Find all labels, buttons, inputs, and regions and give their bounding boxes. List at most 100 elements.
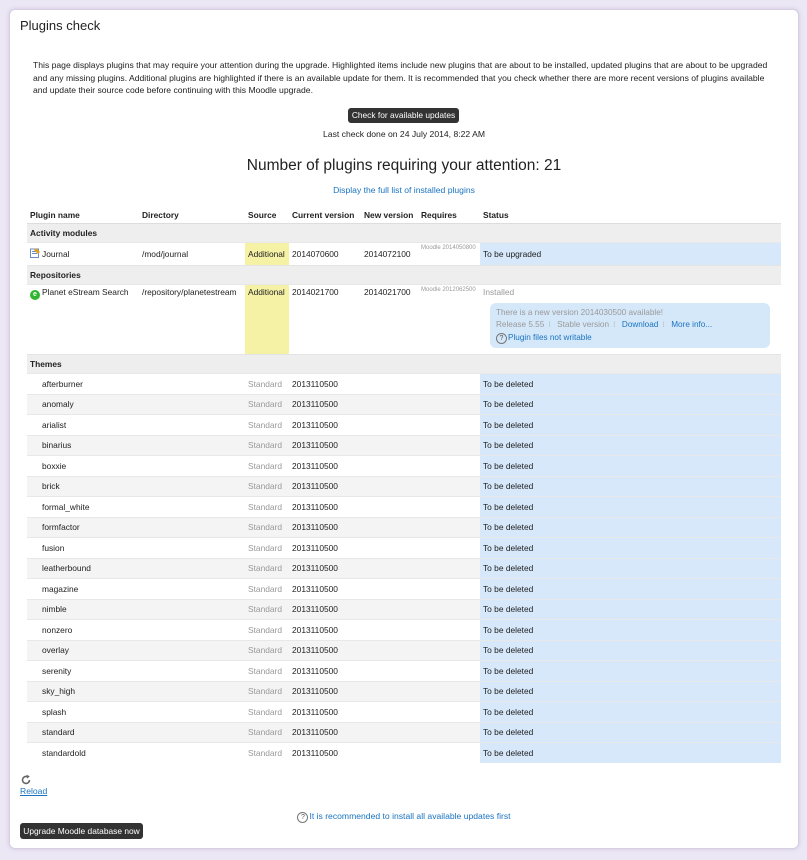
requires-cell (418, 619, 480, 640)
plugin-name-cell: sky_high (27, 680, 139, 702)
table-row: fusion Standard 2013110500 To be deleted (27, 537, 781, 558)
current-version-cell: 2013110500 (289, 660, 361, 681)
current-version-cell: 2013110500 (289, 639, 361, 661)
table-row: splash Standard 2013110500 To be deleted (27, 701, 781, 722)
current-version-cell: 2013110500 (289, 742, 361, 763)
recommend-text[interactable]: It is recommended to install all availab… (309, 811, 510, 821)
plugin-name: Planet eStream Search (42, 286, 129, 297)
plugin-name-cell: overlay (27, 639, 139, 661)
plugin-name-cell: formal_white (27, 496, 139, 517)
plugin-name-cell: afterburner (27, 373, 139, 394)
new-version-cell (361, 742, 418, 763)
status-installed: Installed (483, 286, 515, 297)
group-row-activity: Activity modules (27, 223, 781, 243)
source-cell: Standard (245, 619, 289, 640)
reload-icon[interactable] (20, 774, 32, 786)
table-row: leatherbound Standard 2013110500 To be dele… (27, 557, 781, 579)
current-version-cell: 2013110500 (289, 455, 361, 476)
source-cell: Standard (245, 598, 289, 620)
current-version-cell: 2013110500 (289, 496, 361, 517)
requires-cell (418, 434, 480, 456)
source-cell: Standard (245, 496, 289, 517)
col-status: Status (480, 206, 781, 224)
source-cell: Standard (245, 414, 289, 435)
directory-cell (139, 434, 245, 456)
new-version-cell (361, 557, 418, 579)
group-label: Activity modules (27, 223, 781, 243)
plugin-name: Journal (42, 249, 70, 260)
col-current-version: Current version (289, 206, 361, 224)
plugin-name-cell: standardold (27, 742, 139, 763)
status-cell: To be deleted (480, 639, 781, 661)
table-row-planetestream: e Planet eStream Search /repository/plane… (27, 283, 781, 355)
new-version-cell (361, 434, 418, 456)
plugins-table: Plugin name Directory Source Current ver… (27, 206, 781, 763)
table-row: binarius Standard 2013110500 To be deleted (27, 434, 781, 456)
current-version-cell: 2013110500 (289, 373, 361, 394)
source-cell: Standard (245, 537, 289, 558)
table-row: brick Standard 2013110500 To be deleted (27, 475, 781, 497)
requires-cell (418, 660, 480, 681)
status-cell: To be deleted (480, 557, 781, 579)
source-cell: Standard (245, 721, 289, 743)
last-check-text: Last check done on 24 July 2014, 8:22 AM (323, 129, 485, 139)
status-cell: To be deleted (480, 455, 781, 476)
new-version-cell (361, 455, 418, 476)
full-list-link[interactable]: Display the full list of installed plugi… (10, 185, 798, 195)
table-row: overlay Standard 2013110500 To be deleted (27, 639, 781, 661)
help-icon[interactable]: ? (297, 812, 309, 823)
plugin-name-cell: e Planet eStream Search (27, 283, 139, 355)
directory-cell (139, 619, 245, 640)
requires-cell (418, 680, 480, 702)
new-version-cell (361, 393, 418, 415)
directory-cell (139, 475, 245, 497)
new-version-cell (361, 680, 418, 702)
status-cell: To be deleted (480, 619, 781, 640)
directory-cell (139, 742, 245, 763)
new-version-cell (361, 578, 418, 599)
intro-text: This page displays plugins that may requ… (33, 60, 768, 96)
download-link[interactable]: Download (622, 320, 658, 329)
plugin-name-cell: binarius (27, 434, 139, 456)
source-cell: Standard (245, 455, 289, 476)
plugin-name-cell: nonzero (27, 619, 139, 640)
release-label: Release 5.55 (496, 320, 545, 329)
group-row-repositories: Repositories (27, 264, 781, 284)
status-cell: To be deleted (480, 393, 781, 415)
col-requires: Requires (418, 206, 480, 224)
directory-cell (139, 680, 245, 702)
check-updates-button[interactable]: Check for available updates (348, 108, 459, 123)
group-label: Repositories (27, 264, 781, 284)
help-icon[interactable]: ? (496, 332, 507, 344)
source-cell: Additional (245, 242, 289, 265)
directory-cell (139, 721, 245, 743)
not-writable-link[interactable]: Plugin files not writable (508, 333, 592, 342)
upgrade-database-button[interactable]: Upgrade Moodle database now (20, 823, 143, 839)
status-cell: To be deleted (480, 434, 781, 456)
plugin-name-cell: Journal (27, 242, 139, 265)
plugin-name-cell: magazine (27, 578, 139, 599)
plugin-name-cell: anomaly (27, 393, 139, 415)
current-version-cell: 2013110500 (289, 414, 361, 435)
reload-link[interactable]: Reload (20, 786, 47, 796)
source-cell: Standard (245, 701, 289, 722)
plugin-name-cell: boxxie (27, 455, 139, 476)
table-row: boxxie Standard 2013110500 To be deleted (27, 455, 781, 476)
plugin-name-cell: brick (27, 475, 139, 497)
new-version-cell (361, 414, 418, 435)
requires-cell (418, 393, 480, 415)
new-version-cell: 2014021700 (361, 283, 418, 355)
status-cell: To be deleted (480, 598, 781, 620)
status-cell: To be deleted (480, 537, 781, 558)
directory-cell (139, 516, 245, 538)
requires-cell (418, 742, 480, 763)
status-cell: To be deleted (480, 578, 781, 599)
table-row: serenity Standard 2013110500 To be deleted (27, 660, 781, 681)
more-info-link[interactable]: More info... (671, 320, 712, 329)
table-row: afterburner Standard 2013110500 To be delet… (27, 373, 781, 394)
estream-icon: e (30, 289, 40, 300)
new-version-cell (361, 475, 418, 497)
new-version-cell (361, 721, 418, 743)
directory-cell (139, 393, 245, 415)
requires-cell (418, 373, 480, 394)
